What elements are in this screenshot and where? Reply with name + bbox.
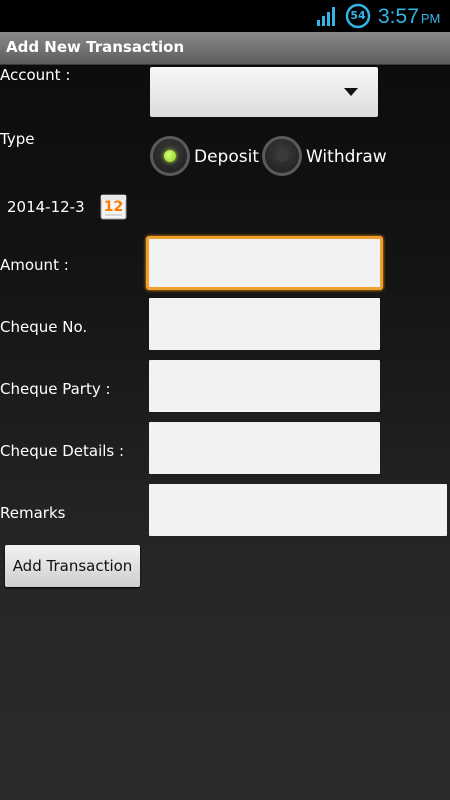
- cheque-party-label: Cheque Party :: [0, 380, 111, 398]
- status-bar: 54 3:57 PM: [0, 0, 450, 32]
- page-title: Add New Transaction: [6, 38, 185, 56]
- clock-time: 3:57: [378, 5, 419, 28]
- cheque-no-label: Cheque No.: [0, 318, 88, 336]
- account-label: Account :: [0, 66, 71, 84]
- amount-input[interactable]: [146, 236, 383, 290]
- clock-ampm: PM: [420, 11, 441, 26]
- withdraw-radio[interactable]: Withdraw: [262, 136, 387, 176]
- account-dropdown[interactable]: [150, 67, 378, 117]
- date-text[interactable]: 2014-12-3: [7, 198, 85, 216]
- deposit-radio-label: Deposit: [194, 147, 259, 167]
- remarks-input[interactable]: [149, 484, 447, 536]
- cheque-party-input[interactable]: [149, 360, 380, 412]
- cheque-no-input[interactable]: [149, 298, 380, 350]
- dropdown-arrow-icon: [344, 88, 358, 96]
- signal-icon: [316, 6, 338, 26]
- battery-level: 54: [350, 9, 366, 22]
- remarks-label: Remarks: [0, 504, 66, 522]
- battery-icon: 54: [345, 3, 371, 29]
- type-label: Type: [0, 130, 35, 148]
- calendar-icon-number: 12: [104, 199, 123, 215]
- title-bar: Add New Transaction: [0, 32, 450, 65]
- cheque-details-label: Cheque Details :: [0, 442, 125, 460]
- calendar-icon[interactable]: 12: [100, 193, 127, 220]
- clock: 3:57 PM: [378, 5, 440, 29]
- cheque-details-input[interactable]: [149, 422, 380, 474]
- radio-checked-icon: [150, 136, 190, 176]
- add-transaction-button[interactable]: Add Transaction: [5, 545, 140, 587]
- deposit-radio[interactable]: Deposit: [150, 136, 260, 176]
- radio-unchecked-icon: [262, 136, 302, 176]
- amount-label: Amount :: [0, 256, 69, 274]
- withdraw-radio-label: Withdraw: [306, 147, 387, 167]
